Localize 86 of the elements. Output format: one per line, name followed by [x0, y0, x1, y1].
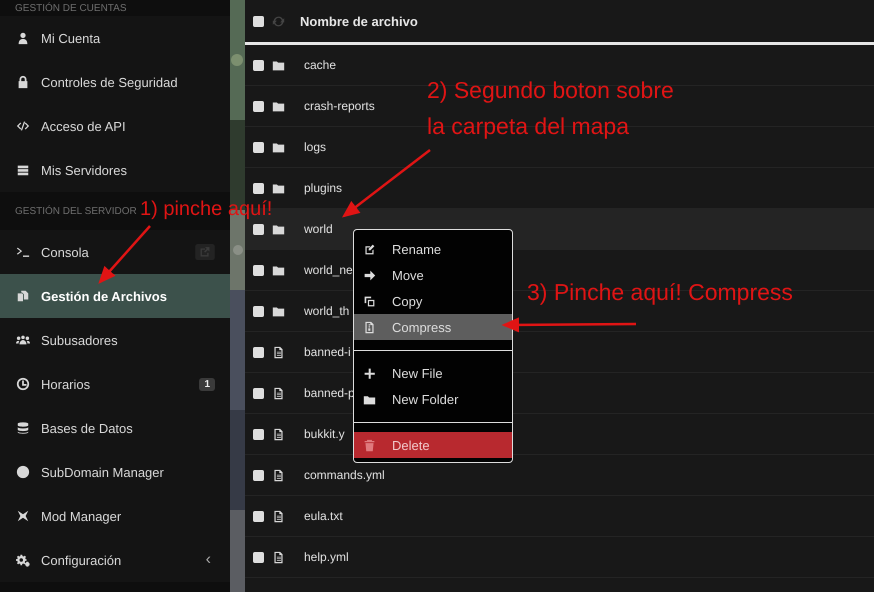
checkbox[interactable]: [253, 552, 264, 562]
menu-icon: [363, 268, 376, 282]
document-icon: [272, 428, 285, 440]
file-name[interactable]: world: [304, 222, 333, 236]
checkbox[interactable]: [253, 428, 264, 440]
sidebar-item[interactable]: Consola: [0, 230, 230, 274]
menu-item[interactable]: New Folder: [354, 386, 512, 412]
menu-icon: [16, 421, 30, 435]
sidebar-item[interactable]: Acceso de API: [0, 104, 230, 148]
sidebar-item[interactable]: Mod Manager: [0, 494, 230, 538]
sidebar-item[interactable]: SubDomain Manager: [0, 450, 230, 494]
folder-icon: [272, 100, 285, 112]
file-name[interactable]: world_th: [304, 304, 350, 318]
file-name[interactable]: help.yml: [304, 550, 349, 564]
sidebar-item[interactable]: Mis Servidores: [0, 148, 230, 192]
checkbox[interactable]: [253, 182, 264, 194]
sidebar-item[interactable]: Mi Cuenta: [0, 16, 230, 60]
count-badge: 1: [199, 378, 215, 390]
sidebar-item[interactable]: Gestión de Archivos: [0, 274, 230, 318]
sidebar-item[interactable]: Configuración ‹: [0, 538, 230, 582]
menu-icon: [363, 438, 376, 452]
annotation-text: 1) pinche aquí!: [140, 197, 272, 222]
menu-icon: [16, 509, 30, 523]
sidebar-item[interactable]: Horarios 1: [0, 362, 230, 406]
file-name[interactable]: commands.yml: [304, 468, 385, 482]
sidebar-item[interactable]: Controles de Seguridad: [0, 60, 230, 104]
section-heading: GESTIÓN DE CUENTAS: [15, 3, 126, 14]
menu-item[interactable]: Delete: [354, 432, 512, 458]
menu-icon: [363, 242, 376, 256]
checkbox[interactable]: [253, 16, 264, 26]
menu-icon: [363, 294, 376, 308]
checkbox[interactable]: [253, 388, 264, 398]
file-name[interactable]: world_ne: [304, 263, 353, 277]
menu-icon: [16, 377, 30, 391]
menu-item[interactable]: New File: [354, 360, 512, 386]
menu-icon: [16, 333, 30, 347]
menu-icon: [16, 75, 30, 89]
folder-icon: [272, 304, 285, 318]
menu-icon: [16, 553, 30, 567]
file-name[interactable]: plugins: [304, 181, 342, 195]
checkbox[interactable]: [253, 100, 264, 112]
sidebar-item[interactable]: Subusadores: [0, 318, 230, 362]
file-name[interactable]: crash-reports: [304, 99, 375, 113]
folder-icon: [272, 182, 285, 194]
folder-icon: [272, 140, 285, 154]
checkbox[interactable]: [253, 224, 264, 234]
file-name[interactable]: logs: [304, 140, 326, 154]
checkbox[interactable]: [253, 346, 264, 358]
checkbox[interactable]: [253, 510, 264, 522]
folder-icon: [272, 58, 285, 72]
menu-icon: [363, 366, 376, 380]
menu-icon: [16, 289, 30, 303]
document-icon: [272, 386, 285, 400]
checkbox[interactable]: [253, 264, 264, 276]
checkbox[interactable]: [253, 306, 264, 316]
folder-icon: [272, 264, 285, 276]
file-name[interactable]: bukkit.y: [304, 427, 345, 441]
menu-icon: [16, 245, 30, 259]
file-name[interactable]: banned-p: [304, 386, 355, 400]
annotation-text: 2) Segundo boton sobre la carpeta del mapa: [427, 76, 674, 141]
document-icon: [272, 510, 285, 522]
folder-icon: [272, 222, 285, 236]
menu-icon: [16, 163, 30, 177]
column-header: Nombre de archivo: [300, 14, 418, 28]
sidebar-item[interactable]: Bases de Datos: [0, 406, 230, 450]
document-icon: [272, 346, 285, 358]
file-name[interactable]: cache: [304, 58, 336, 72]
document-icon: [272, 468, 285, 482]
chevron-icon: ‹: [206, 551, 215, 569]
file-name[interactable]: banned-i: [304, 345, 351, 359]
file-name[interactable]: eula.txt: [304, 509, 343, 523]
menu-item[interactable]: Compress: [354, 314, 512, 340]
checkbox[interactable]: [253, 142, 264, 152]
checkbox[interactable]: [253, 470, 264, 480]
annotation-arrow: [98, 225, 151, 284]
checkbox[interactable]: [253, 60, 264, 70]
menu-item[interactable]: Copy: [354, 288, 512, 314]
menu-icon: [16, 119, 30, 133]
menu-icon: [363, 320, 376, 334]
menu-icon: [16, 465, 30, 479]
annotation-text: 3) Pinche aquí! Compress: [527, 278, 793, 307]
menu-item[interactable]: Rename: [354, 236, 512, 262]
menu-icon: [16, 31, 30, 45]
document-icon: [272, 550, 285, 564]
menu-item[interactable]: Move: [354, 262, 512, 288]
section-heading: GESTIÓN DEL SERVIDOR: [15, 206, 137, 216]
